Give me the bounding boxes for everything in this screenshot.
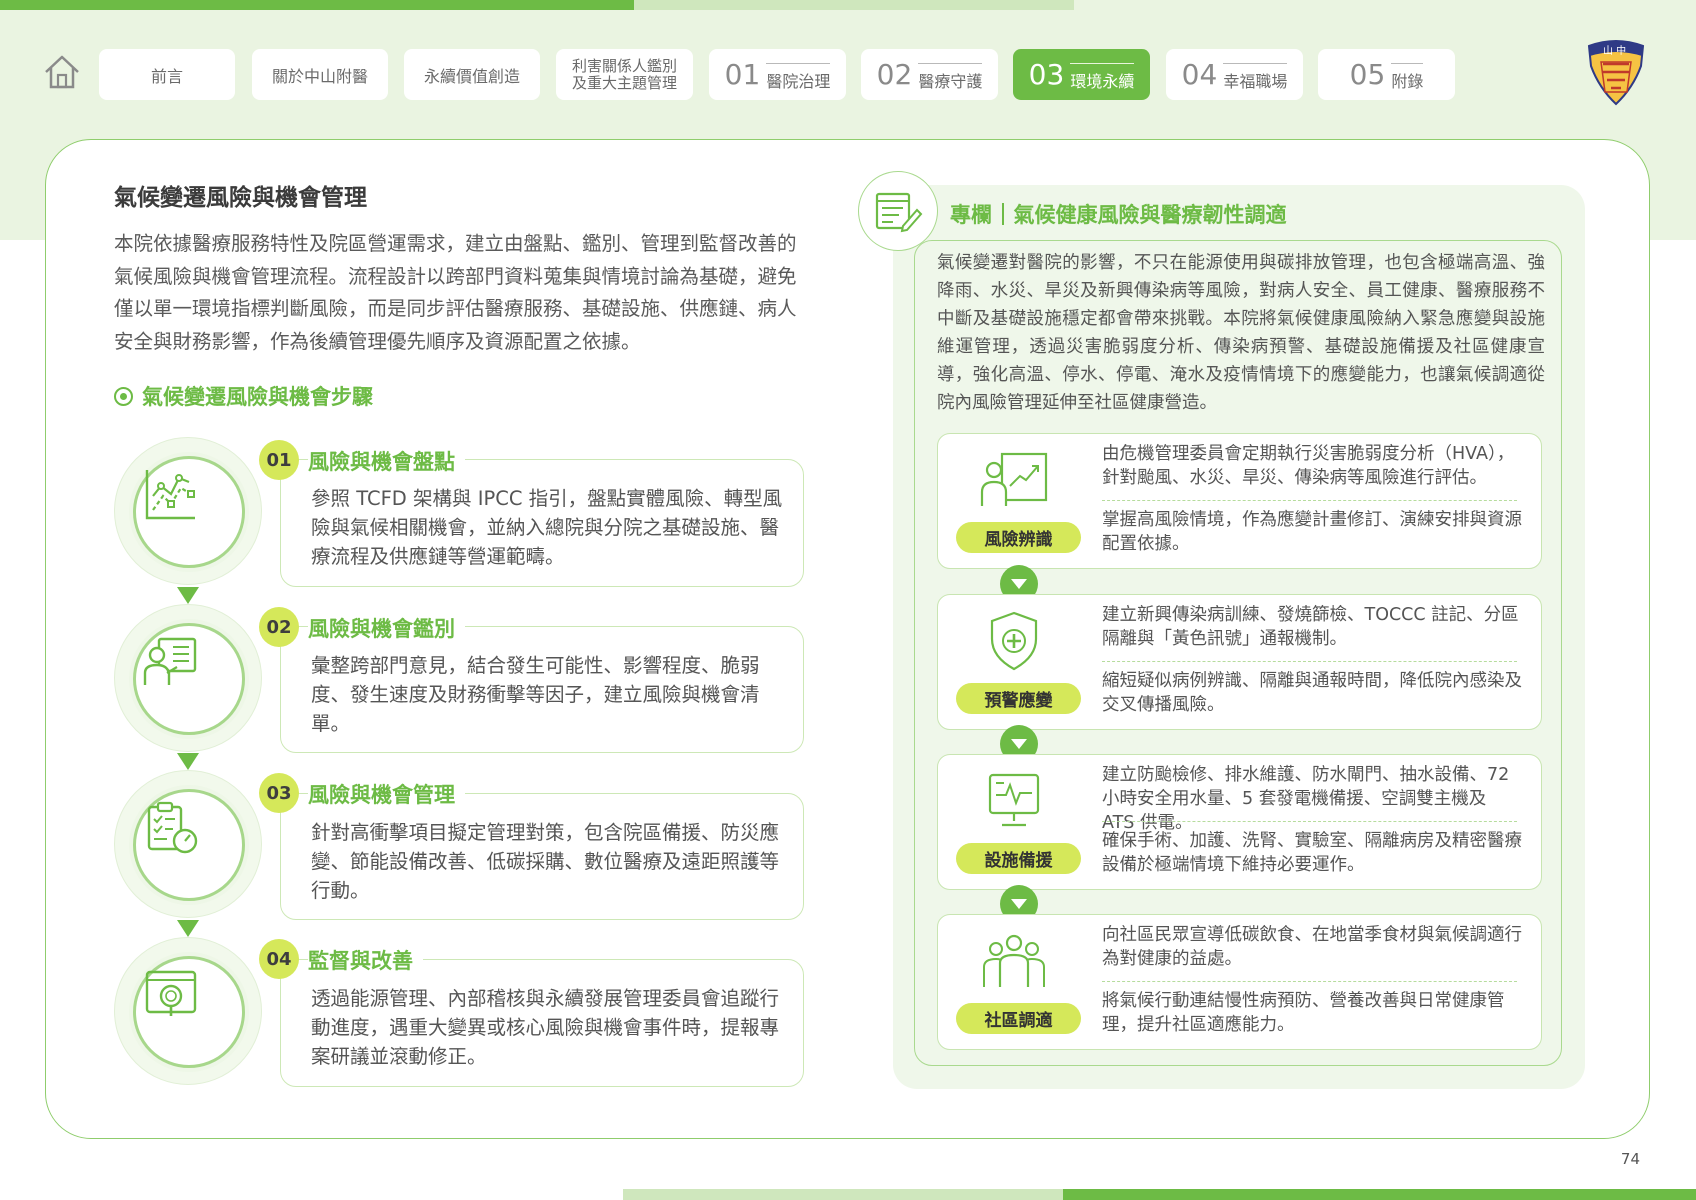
line-chart-icon xyxy=(145,470,195,520)
step-number: 02 xyxy=(259,607,299,647)
category-text-primary: 由危機管理委員會定期執行災害脆弱度分析（HVA），針對颱風、水災、旱災、傳染病等… xyxy=(1102,444,1515,488)
medical-shield-icon xyxy=(990,611,1038,671)
step-title: 風險與機會鑑別 xyxy=(308,613,465,643)
tab-label: 幸福職場 xyxy=(1223,63,1288,92)
step-title: 風險與機會盤點 xyxy=(308,446,465,476)
step-icon-circle xyxy=(114,937,262,1085)
step-arrow-icon xyxy=(177,920,199,937)
presenter-board-icon xyxy=(143,637,197,685)
community-people-icon xyxy=(983,934,1045,987)
step-box: 彙整跨部門意見，結合發生可能性、影響程度、脆弱度、發生速度及財務衝擊等因子，建立… xyxy=(280,626,804,753)
tab-number: 03 xyxy=(1028,58,1065,91)
tab-label: 前言 xyxy=(150,66,183,86)
tab-label: 永續價值創造 xyxy=(423,66,520,86)
step-text: 透過能源管理、內部稽核與永續發展管理委員會追蹤行動進度，遇重大變異或核心風險與機… xyxy=(311,987,780,1068)
svg-text:山 中: 山 中 xyxy=(1603,44,1626,57)
bottom-bar-light xyxy=(623,1189,1063,1200)
tab-preface[interactable]: 前言 xyxy=(99,49,235,100)
category-text-secondary: 縮短疑似病例辨識、隔離與通報時間，降低院內感染及交叉傳播風險。 xyxy=(1102,671,1522,715)
column-icon-ring xyxy=(858,171,938,251)
tab-number: 05 xyxy=(1349,58,1386,91)
tab-number: 02 xyxy=(876,58,913,91)
category-pill: 預警應變 xyxy=(956,683,1081,714)
tab-number: 04 xyxy=(1181,58,1218,91)
monitor-search-icon xyxy=(145,970,197,1016)
tab-label: 環境永續 xyxy=(1070,63,1135,92)
section-title: 氣候變遷風險與機會管理 xyxy=(114,185,367,211)
steps-heading-text: 氣候變遷風險與機會步驟 xyxy=(142,385,373,409)
checklist-gauge-icon xyxy=(147,801,198,854)
step-text: 參照 TCFD 架構與 IPCC 指引，盤點實體風險、轉型風險與氣候相關機會，並… xyxy=(311,487,783,568)
category-pill: 設施備援 xyxy=(956,843,1081,874)
dashed-divider xyxy=(1102,500,1517,501)
category-pill: 社區調適 xyxy=(956,1003,1081,1034)
home-icon[interactable] xyxy=(42,52,82,92)
category-card: 設施備援 建立防颱檢修、排水維護、防水閘門、抽水設備、72 小時安全用水量、5 … xyxy=(937,754,1542,890)
category-card: 風險辨識 由危機管理委員會定期執行災害脆弱度分析（HVA），針對颱風、水災、旱災… xyxy=(937,433,1542,569)
column-title-separator xyxy=(1002,203,1004,225)
step-box: 透過能源管理、內部稽核與永續發展管理委員會追蹤行動進度，遇重大變異或核心風險與機… xyxy=(280,959,804,1087)
category-card: 社區調適 向社區民眾宣導低碳飲食、在地當季食材與氣候調適行為對健康的益處。 將氣… xyxy=(937,914,1542,1050)
tab-label: 醫院治理 xyxy=(766,63,831,92)
page-number: 74 xyxy=(1620,1150,1640,1168)
category-text-primary: 向社區民眾宣導低碳飲食、在地當季食材與氣候調適行為對健康的益處。 xyxy=(1102,925,1522,969)
note-pencil-icon xyxy=(875,192,923,233)
tab-number: 01 xyxy=(724,58,761,91)
hospital-logo: 山 中 xyxy=(1583,36,1649,106)
step-arrow-icon xyxy=(177,587,199,604)
tab-05-appendix[interactable]: 05 附錄 xyxy=(1318,49,1455,100)
column-title: 專欄 氣候健康風險與醫療韌性調適 xyxy=(950,199,1287,229)
tab-stakeholders[interactable]: 利害關係人鑑別 及重大主題管理 xyxy=(556,49,693,100)
category-text-primary: 建立新興傳染病訓練、發燒篩檢、TOCCC 註記、分區隔離與「黃色訊號」通報機制。 xyxy=(1102,605,1519,649)
tab-04-workplace[interactable]: 04 幸福職場 xyxy=(1166,49,1303,100)
step-text: 針對高衝擊項目擬定管理對策，包含院區備援、防災應變、節能設備改善、低碳採購、數位… xyxy=(311,821,780,902)
step-icon-circle xyxy=(114,770,262,918)
step-icon-circle xyxy=(114,604,262,752)
steps-heading: 氣候變遷風險與機會步驟 xyxy=(114,381,373,411)
category-text-primary: 建立防颱檢修、排水維護、防水閘門、抽水設備、72 小時安全用水量、5 套發電機備… xyxy=(1102,765,1510,833)
category-pill: 風險辨識 xyxy=(956,522,1081,553)
section-intro: 本院依據醫療服務特性及院區營運需求，建立由盤點、鑑別、管理到監督改善的氣候風險與… xyxy=(114,232,797,353)
tab-sustainable-value[interactable]: 永續價值創造 xyxy=(404,49,540,100)
step-number: 03 xyxy=(259,773,299,813)
column-label: 專欄 xyxy=(950,203,992,227)
monitor-heartbeat-icon xyxy=(988,773,1040,827)
step-number: 04 xyxy=(259,939,299,979)
category-card: 預警應變 建立新興傳染病訓練、發燒篩檢、TOCCC 註記、分區隔離與「黃色訊號」… xyxy=(937,594,1542,730)
category-text-secondary: 確保手術、加護、洗腎、實驗室、隔離病房及精密醫療設備於極端情境下維持必要運作。 xyxy=(1102,831,1522,875)
analyst-chart-icon xyxy=(980,452,1048,506)
dashed-divider xyxy=(1102,661,1517,662)
step-icon-circle xyxy=(114,437,262,585)
tab-label: 附錄 xyxy=(1391,63,1424,92)
top-progress-track xyxy=(634,0,1074,10)
category-text-secondary: 將氣候行動連結慢性病預防、營養改善與日常健康管理，提升社區適應能力。 xyxy=(1102,991,1505,1035)
step-box: 針對高衝擊項目擬定管理對策，包含院區備援、防災應變、節能設備改善、低碳採購、數位… xyxy=(280,793,804,920)
dashed-divider xyxy=(1102,981,1517,982)
tab-03-environment[interactable]: 03 環境永續 xyxy=(1013,49,1150,100)
tab-label: 醫療守護 xyxy=(918,63,983,92)
dashed-divider xyxy=(1102,821,1517,822)
category-text-secondary: 掌握高風險情境，作為應變計畫修訂、演練安排與資源配置依據。 xyxy=(1102,510,1522,554)
tab-label-line1: 利害關係人鑑別 xyxy=(571,56,677,75)
tab-01-governance[interactable]: 01 醫院治理 xyxy=(709,49,846,100)
tab-label-line2: 及重大主題管理 xyxy=(571,73,677,92)
step-title: 監督與改善 xyxy=(308,945,423,975)
top-progress-bar xyxy=(0,0,634,10)
bottom-bar-dark xyxy=(1063,1189,1696,1200)
column-intro: 氣候變遷對醫院的影響，不只在能源使用與碳排放管理，也包含極端高溫、強降雨、水災、… xyxy=(937,253,1545,413)
step-text: 彙整跨部門意見，結合發生可能性、影響程度、脆弱度、發生速度及財務衝擊等因子，建立… xyxy=(311,654,760,735)
tab-02-medical-care[interactable]: 02 醫療守護 xyxy=(861,49,998,100)
column-title-text: 氣候健康風險與醫療韌性調適 xyxy=(1013,203,1287,227)
tab-label: 關於中山附醫 xyxy=(271,66,368,86)
tab-about[interactable]: 關於中山附醫 xyxy=(252,49,388,100)
step-box: 參照 TCFD 架構與 IPCC 指引，盤點實體風險、轉型風險與氣候相關機會，並… xyxy=(280,459,804,587)
step-number: 01 xyxy=(259,440,299,480)
step-title: 風險與機會管理 xyxy=(308,779,465,809)
bullet-icon xyxy=(114,386,133,406)
step-arrow-icon xyxy=(177,753,199,770)
